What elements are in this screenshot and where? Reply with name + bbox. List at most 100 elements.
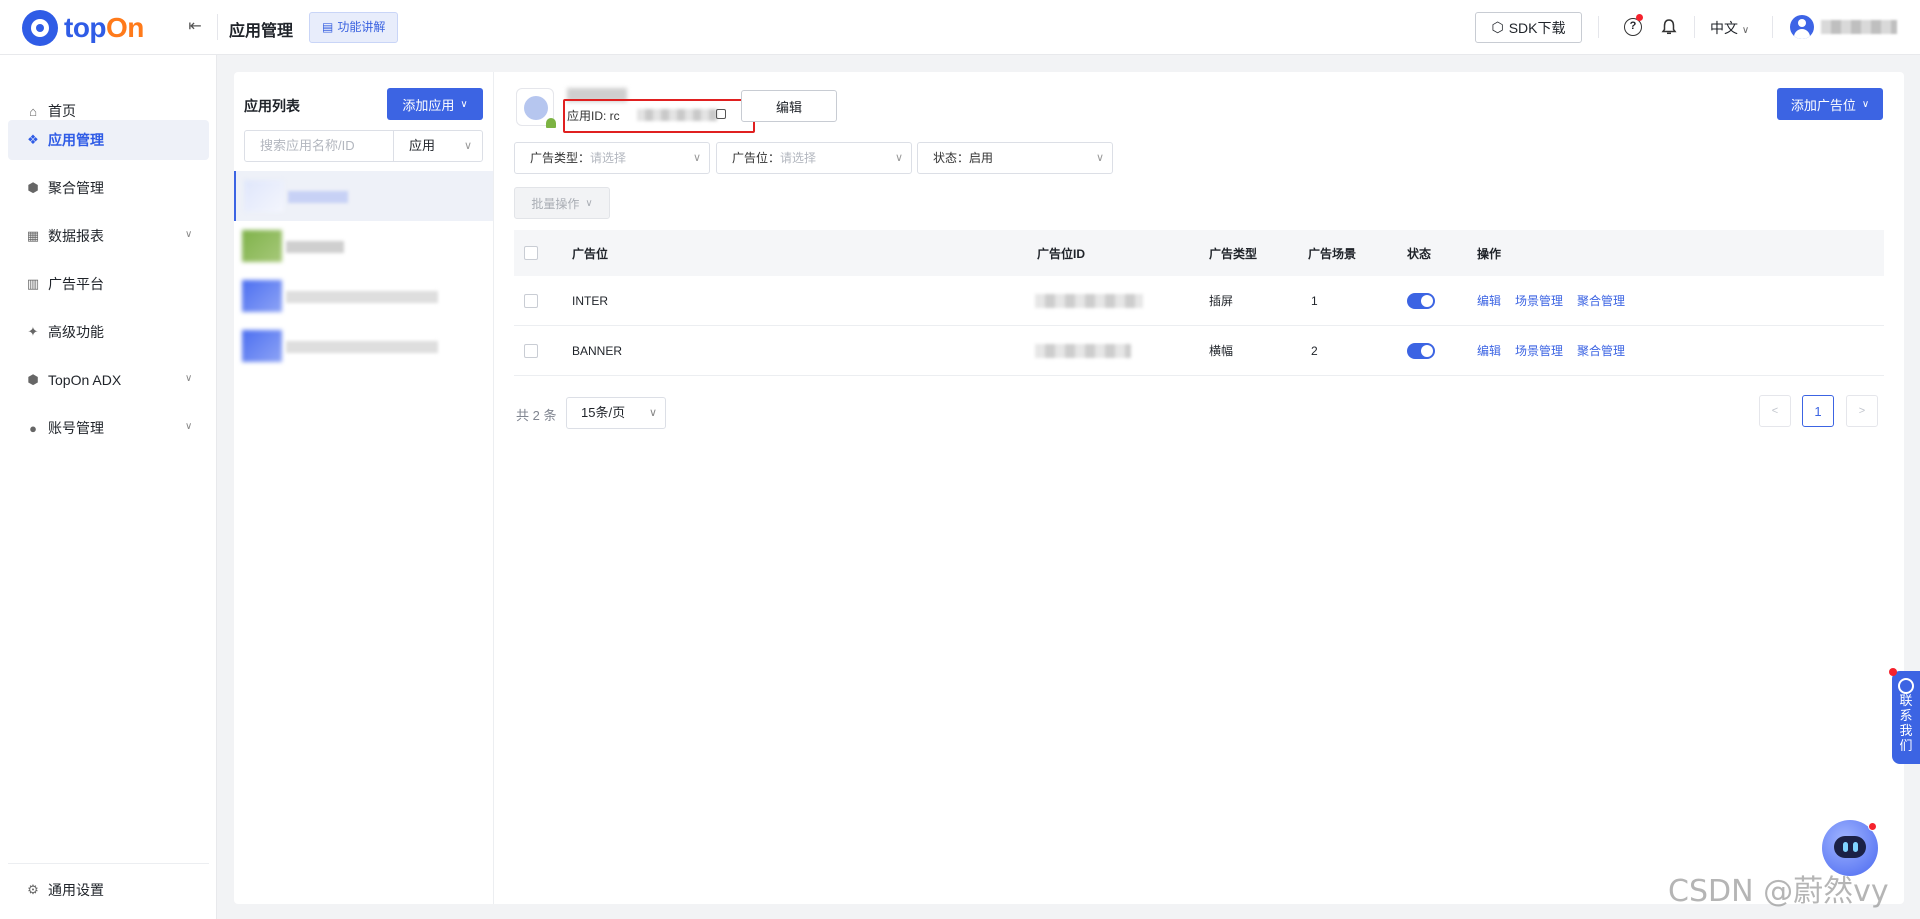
divider — [1598, 16, 1599, 38]
aggregate-management-link[interactable]: 聚合管理 — [1577, 292, 1625, 309]
chevron-down-icon: ∨ — [1095, 152, 1104, 164]
ad-slot-id-redacted — [1035, 276, 1143, 325]
next-page-button[interactable]: > — [1846, 395, 1878, 427]
status-toggle[interactable] — [1407, 276, 1435, 325]
app-type-select[interactable]: 应用 ∨ — [393, 130, 483, 162]
prev-page-button[interactable]: < — [1759, 395, 1791, 427]
cube-icon: ⬡ — [1491, 19, 1504, 35]
app-icon — [242, 230, 282, 262]
app-name-redacted — [286, 291, 438, 303]
app-name-redacted — [286, 241, 344, 253]
sidebar-item-ad-platform[interactable]: ▥ 广告平台 — [8, 264, 209, 304]
ad-slot-content: 应用ID: rc 编辑 添加广告位 ∨ 广告类型：请选择 ∨ 广告位：请选择 ∨… — [494, 72, 1904, 904]
sidebar-item-aggregate[interactable]: ⬢ 聚合管理 — [8, 168, 209, 208]
sidebar-item-settings[interactable]: ⚙ 通用设置 — [25, 880, 104, 900]
feature-guide-button[interactable]: ▤ 功能讲解 — [309, 12, 399, 43]
divider — [217, 14, 218, 40]
scene-management-link[interactable]: 场景管理 — [1515, 342, 1563, 359]
column-header: 广告场景 — [1308, 246, 1357, 261]
sidebar-item-advanced[interactable]: ✦ 高级功能 — [8, 312, 209, 352]
sidebar-item-account[interactable]: ● 账号管理 ∨ — [8, 408, 209, 448]
app-list-item[interactable] — [234, 221, 493, 271]
top-bar: topOn ⇤ 应用管理 ▤ 功能讲解 ⬡ SDK下载 ? 中文 ∨ — [0, 0, 1920, 55]
chevron-down-icon: ∨ — [1861, 98, 1870, 110]
app-list-item[interactable] — [234, 171, 493, 221]
add-ad-slot-button[interactable]: 添加广告位 ∨ — [1777, 88, 1883, 120]
chevron-down-icon: ∨ — [585, 197, 593, 209]
chevron-down-icon: ∨ — [1741, 25, 1750, 36]
sparkle-icon: ✦ — [27, 324, 39, 339]
edit-link[interactable]: 编辑 — [1477, 342, 1501, 359]
app-list-item[interactable] — [234, 271, 493, 321]
robot-face — [1834, 836, 1866, 858]
notification-dot — [1868, 822, 1877, 831]
language-select[interactable]: 中文 ∨ — [1710, 18, 1749, 38]
report-icon: ▦ — [26, 228, 40, 243]
table-row: INTER 插屏 1 编辑 场景管理 聚合管理 — [514, 276, 1884, 326]
status-toggle[interactable] — [1407, 326, 1435, 375]
ad-slot-name: BANNER — [572, 343, 623, 358]
column-header: 广告位ID — [1037, 246, 1086, 261]
column-header: 广告位 — [572, 246, 609, 261]
aggregate-management-link[interactable]: 聚合管理 — [1577, 342, 1625, 359]
chevron-down-icon: ∨ — [185, 229, 193, 240]
watermark: CSDN @蔚然vy — [1668, 874, 1889, 909]
toggle-switch[interactable] — [1407, 292, 1435, 309]
notification-dot — [1636, 14, 1643, 21]
app-search-input[interactable]: 搜索应用名称/ID — [244, 130, 394, 162]
chevron-down-icon: ∨ — [692, 152, 701, 164]
bell-icon[interactable] — [1660, 18, 1678, 36]
app-icon: ❖ — [27, 132, 39, 147]
app-logo-icon — [524, 96, 548, 120]
robot-eye — [1843, 842, 1848, 852]
page-number-button[interactable]: 1 — [1802, 395, 1834, 427]
sdk-download-button[interactable]: ⬡ SDK下载 — [1475, 12, 1582, 43]
app-list-item[interactable] — [234, 321, 493, 371]
app-list-panel: 应用列表 添加应用 ∨ 搜索应用名称/ID 应用 ∨ — [234, 72, 494, 904]
sidebar-item-app-management[interactable]: ❖ 应用管理 — [8, 120, 209, 160]
main-panel: 应用列表 添加应用 ∨ 搜索应用名称/ID 应用 ∨ 应用ID: rc 编辑 添… — [234, 72, 1904, 904]
page-size-select[interactable]: 15条/页 ∨ — [566, 397, 666, 429]
select-all-checkbox[interactable] — [524, 246, 538, 260]
column-header: 广告类型 — [1209, 246, 1258, 261]
table-header: 广告位 广告位ID 广告类型 广告场景 状态 操作 — [514, 230, 1884, 276]
username-redacted[interactable] — [1821, 20, 1897, 34]
table-row: BANNER 横幅 2 编辑 场景管理 聚合管理 — [514, 326, 1884, 376]
toggle-switch[interactable] — [1407, 342, 1435, 359]
sidebar-item-reports[interactable]: ▦ 数据报表 ∨ — [8, 216, 209, 256]
edit-link[interactable]: 编辑 — [1477, 292, 1501, 309]
chevron-down-icon: ∨ — [185, 421, 193, 432]
total-count: 共 2 条 — [516, 408, 557, 423]
avatar[interactable] — [1790, 15, 1814, 39]
scene-count: 1 — [1311, 293, 1318, 308]
edit-app-button[interactable]: 编辑 — [741, 90, 837, 122]
headset-icon — [1898, 678, 1914, 694]
chevron-down-icon: ∨ — [894, 152, 903, 164]
status-filter[interactable]: 状态：启用 ∨ — [917, 142, 1113, 174]
android-icon — [546, 118, 556, 128]
row-checkbox[interactable] — [524, 343, 538, 358]
ad-type-filter[interactable]: 广告类型：请选择 ∨ — [514, 142, 710, 174]
ad-slot-filter[interactable]: 广告位：请选择 ∨ — [716, 142, 912, 174]
chevron-down-icon: ∨ — [460, 98, 468, 110]
batch-operation-button[interactable]: 批量操作 ∨ — [514, 187, 610, 219]
scene-count: 2 — [1311, 343, 1318, 358]
row-checkbox[interactable] — [524, 293, 538, 308]
app-icon — [242, 280, 282, 312]
adx-icon: ⬢ — [27, 372, 39, 387]
divider — [1694, 16, 1695, 38]
ad-slot-name: INTER — [572, 293, 608, 308]
ad-type: 横幅 — [1209, 344, 1234, 358]
scene-management-link[interactable]: 场景管理 — [1515, 292, 1563, 309]
topon-logo[interactable]: topOn — [22, 10, 144, 46]
app-logo — [516, 88, 556, 128]
sidebar-item-topon-adx[interactable]: ⬢ TopOn ADX ∨ — [8, 360, 209, 400]
ad-type: 插屏 — [1209, 294, 1234, 308]
robot-eye — [1853, 842, 1858, 852]
chevron-down-icon: ∨ — [185, 373, 193, 384]
add-app-button[interactable]: 添加应用 ∨ — [387, 88, 483, 120]
app-name-redacted — [286, 341, 438, 353]
collapse-menu-icon[interactable]: ⇤ — [185, 17, 205, 37]
app-icon — [242, 330, 282, 362]
app-list-title: 应用列表 — [244, 98, 300, 114]
